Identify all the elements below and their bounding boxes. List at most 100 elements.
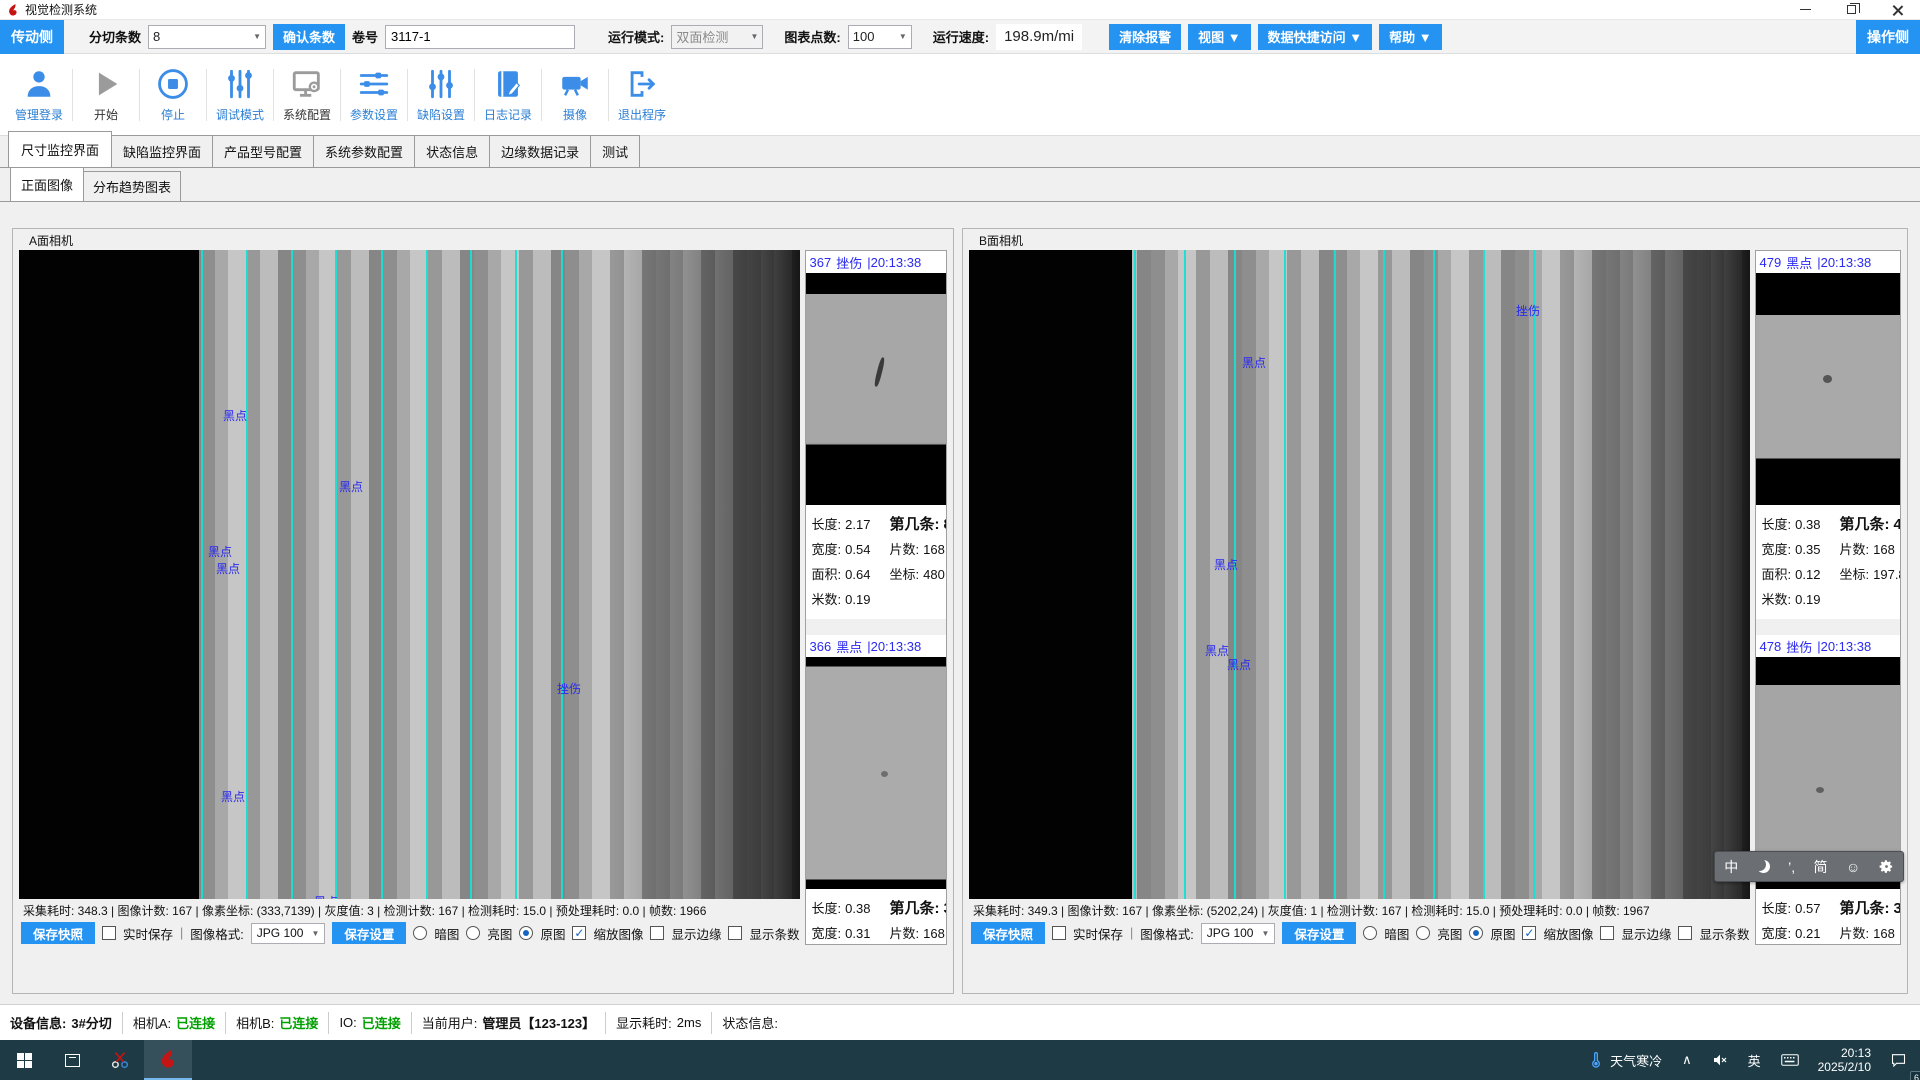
original-image-radio[interactable] (1469, 926, 1483, 940)
tab-front-image[interactable]: 正面图像 (10, 167, 84, 201)
slit-boundary-line (1383, 250, 1385, 899)
show-edge-checkbox[interactable] (650, 926, 664, 940)
touch-keyboard-button[interactable] (1772, 1040, 1808, 1080)
defect-time: |20:13:38 (867, 639, 921, 654)
slit-boundary-line (1234, 250, 1236, 899)
slit-count-select[interactable]: 8▼ (148, 25, 266, 49)
system-config-button[interactable]: 系统配置 (274, 59, 340, 131)
admin-login-button[interactable]: 管理登录 (6, 59, 72, 131)
slit-boundary-line (1284, 250, 1286, 899)
start-button[interactable]: 开始 (73, 59, 139, 131)
weather-widget[interactable]: 天气寒冷 (1579, 1040, 1671, 1080)
chevron-down-icon: ▼ (1261, 929, 1269, 938)
run-mode-select[interactable]: 双面检测▼ (671, 25, 763, 49)
tab-product-model[interactable]: 产品型号配置 (212, 135, 314, 167)
slit-boundary-line (1134, 250, 1136, 899)
image-format-label: 图像格式: (1140, 924, 1193, 943)
ime-punctuation[interactable]: ’, (1788, 859, 1795, 875)
debug-mode-button[interactable]: 调试模式 (207, 59, 273, 131)
operation-side-button[interactable]: 操作侧 (1856, 20, 1920, 54)
bright-image-radio[interactable] (466, 926, 480, 940)
realtime-save-checkbox[interactable] (102, 926, 116, 940)
volume-muted-button[interactable] (1703, 1040, 1737, 1080)
image-format-select[interactable]: JPG 100▼ (251, 923, 326, 944)
image-format-select[interactable]: JPG 100▼ (1201, 923, 1276, 944)
slit-boundary-line (1334, 250, 1336, 899)
ime-toolbar[interactable]: 中 ’, 简 ☺ (1714, 851, 1904, 882)
fullwidth-moon-icon[interactable] (1757, 860, 1770, 873)
taskbar-clock[interactable]: 20:13 2025/2/10 (1810, 1046, 1879, 1074)
save-snapshot-button[interactable]: 保存快照 (21, 922, 95, 944)
exit-program-button[interactable]: 退出程序 (609, 59, 675, 131)
hidden-icons-button[interactable]: ∧ (1673, 1040, 1701, 1080)
save-snapshot-button[interactable]: 保存快照 (971, 922, 1045, 944)
capture-button[interactable]: 摄像 (542, 59, 608, 131)
taskbar-app-vision-system[interactable] (144, 1040, 192, 1080)
action-center-button[interactable]: 6 (1881, 1040, 1916, 1080)
confirm-count-button[interactable]: 确认条数 (273, 24, 345, 50)
help-menu-button[interactable]: 帮助 ▼ (1379, 24, 1441, 50)
transmission-side-button[interactable]: 传动侧 (0, 20, 64, 54)
defect-label: 黑点 (216, 560, 240, 577)
defect-stats: 长度:0.57 第几条:3 宽度:0.21 片数:168 面积:0.12 坐标:… (1756, 889, 1901, 945)
gear-icon[interactable] (1879, 859, 1894, 874)
defect-card: 478 挫伤 |20:13:38 长度:0.57 第几条:3 宽度:0.21 (1756, 635, 1901, 945)
show-strips-checkbox[interactable] (1678, 926, 1692, 940)
stop-button[interactable]: 停止 (140, 59, 206, 131)
save-settings-button[interactable]: 保存设置 (332, 922, 406, 944)
task-view-button[interactable] (48, 1040, 96, 1080)
tab-test[interactable]: 测试 (590, 135, 640, 167)
ime-simplified[interactable]: 简 (1814, 857, 1828, 877)
show-strips-checkbox[interactable] (728, 926, 742, 940)
emoji-icon[interactable]: ☺ (1846, 859, 1860, 875)
tab-edge-data[interactable]: 边缘数据记录 (489, 135, 591, 167)
language-indicator[interactable]: 英 (1739, 1040, 1770, 1080)
original-image-radio[interactable] (519, 926, 533, 940)
defect-thumbnail[interactable] (1756, 273, 1901, 505)
log-record-button[interactable]: 日志记录 (475, 59, 541, 131)
realtime-save-label: 实时保存 (123, 924, 173, 943)
defect-thumbnail[interactable] (806, 657, 947, 889)
tab-system-params[interactable]: 系统参数配置 (313, 135, 415, 167)
defect-type: 黑点 (836, 637, 862, 656)
stop-icon (156, 67, 190, 101)
tab-size-monitor[interactable]: 尺寸监控界面 (8, 131, 112, 167)
restore-button[interactable] (1828, 0, 1874, 19)
zoom-image-checkbox[interactable]: ✓ (572, 926, 586, 940)
camera-b-image[interactable]: 挫伤黑点黑点黑点黑点 (969, 250, 1750, 899)
defect-thumbnail[interactable] (806, 273, 947, 505)
chart-points-select[interactable]: 100▼ (848, 25, 912, 49)
notification-icon (1890, 1052, 1907, 1068)
minimize-icon (1800, 9, 1811, 10)
roll-no-input[interactable] (385, 25, 575, 49)
defect-mark (881, 771, 888, 777)
defect-settings-button[interactable]: 缺陷设置 (408, 59, 474, 131)
defect-type: 挫伤 (836, 253, 862, 272)
close-button[interactable] (1874, 0, 1920, 19)
realtime-save-checkbox[interactable] (1052, 926, 1066, 940)
clear-alarm-button[interactable]: 清除报警 (1109, 24, 1181, 50)
divider: | (1130, 926, 1133, 940)
param-settings-button[interactable]: 参数设置 (341, 59, 407, 131)
tab-trend-chart[interactable]: 分布趋势图表 (83, 171, 181, 201)
bright-image-radio[interactable] (1416, 926, 1430, 940)
minimize-button[interactable] (1782, 0, 1828, 19)
save-settings-button[interactable]: 保存设置 (1282, 922, 1356, 944)
defect-id: 366 (810, 639, 832, 654)
camera-a-image[interactable]: 黑点黑点黑点黑点黑点黑点挫伤 (19, 250, 800, 899)
tab-status-info[interactable]: 状态信息 (414, 135, 490, 167)
tab-defect-monitor[interactable]: 缺陷监控界面 (111, 135, 213, 167)
show-edge-checkbox[interactable] (1600, 926, 1614, 940)
view-menu-button[interactable]: 视图 ▼ (1188, 24, 1250, 50)
quick-data-menu-button[interactable]: 数据快捷访问 ▼ (1258, 24, 1372, 50)
slit-boundary-line (201, 250, 203, 899)
ime-mode-chinese[interactable]: 中 (1724, 857, 1738, 877)
dark-image-radio[interactable] (413, 926, 427, 940)
defect-label: 挫伤 (1516, 302, 1540, 319)
dark-image-radio[interactable] (1363, 926, 1377, 940)
zoom-image-checkbox[interactable]: ✓ (1522, 926, 1536, 940)
start-button[interactable] (0, 1040, 48, 1080)
pinned-app-snipping[interactable] (96, 1040, 144, 1080)
show-strips-label: 显示条数 (749, 924, 799, 943)
slit-boundary-line (381, 250, 383, 899)
